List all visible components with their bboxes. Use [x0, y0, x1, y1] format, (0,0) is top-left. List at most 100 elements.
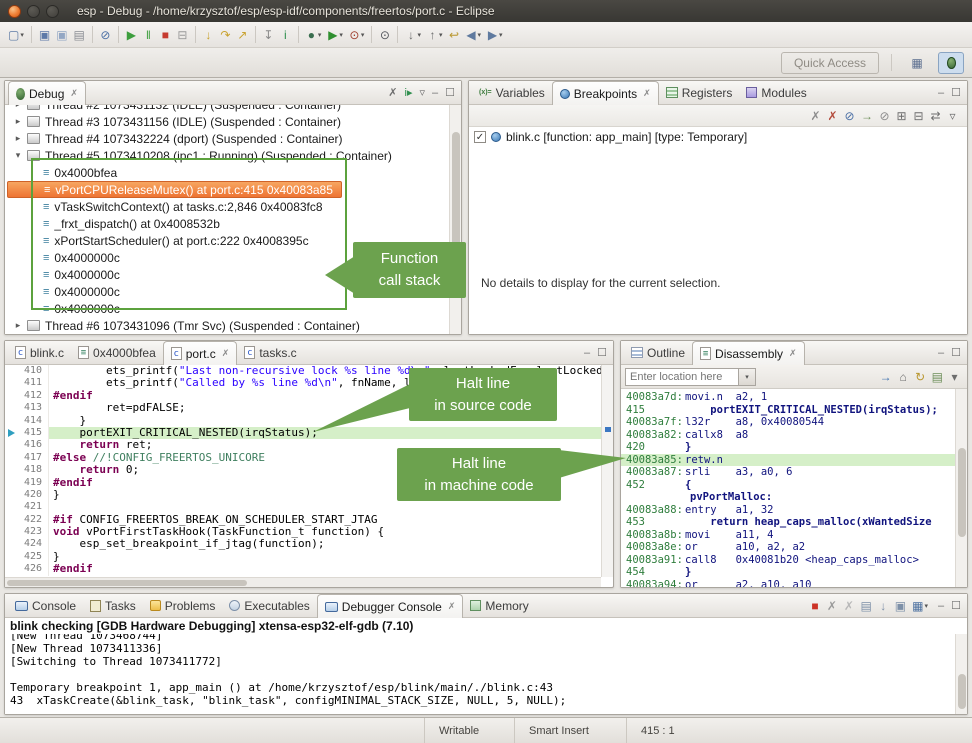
tab-disassembly[interactable]: ≡ Disassembly ✗ — [692, 341, 805, 365]
code-line-412[interactable]: 412#endif — [5, 390, 601, 402]
expand-icon[interactable]: ▸ — [11, 116, 25, 127]
debug-thread-row[interactable]: ▸Thread #6 1073431096 (Tmr Svc) (Suspend… — [7, 317, 368, 334]
expand-icon[interactable]: ▸ — [11, 133, 25, 144]
external-tools-icon[interactable]: ⊙▾ — [346, 25, 368, 45]
debug-frame-row[interactable]: ≡0x4000000c — [7, 283, 128, 300]
code-line-418[interactable]: 418 return 0; — [5, 464, 601, 476]
tab-breakpoints[interactable]: Breakpoints ✗ — [552, 81, 659, 105]
tab-problems[interactable]: Problems — [143, 594, 223, 617]
instruction-stepping-icon[interactable]: i — [277, 25, 294, 45]
disassembly-source-row[interactable]: 452{ — [621, 479, 955, 492]
breakpoint-checkbox[interactable]: ✓ — [474, 131, 486, 143]
go-to-file-icon[interactable]: → — [858, 106, 876, 126]
debug-frame-row[interactable]: ≡0x4000bfea — [7, 164, 125, 181]
suspend-icon[interactable]: ‖ — [140, 25, 157, 45]
skip-all-breakpoints-icon[interactable]: ⊘ — [876, 106, 893, 126]
tab-outline[interactable]: Outline — [624, 341, 692, 364]
disassembly-instruction-row[interactable]: 40083a85:retw.n — [621, 454, 955, 467]
link-with-debug-icon[interactable]: ⇄ — [927, 106, 944, 126]
debug-frame-row[interactable]: ≡0x4000000c — [7, 266, 128, 283]
home-icon[interactable]: ⌂ — [895, 367, 912, 387]
last-edit-location-icon[interactable]: ↩ — [445, 25, 462, 45]
debug-frame-row[interactable]: ≡xPortStartScheduler() at port.c:222 0x4… — [7, 232, 317, 249]
disassembly-label-row[interactable]: pvPortMalloc: — [621, 491, 955, 504]
tab-debugger-console[interactable]: Debugger Console ✗ — [317, 594, 464, 618]
disassembly-source-row[interactable]: 454} — [621, 566, 955, 579]
open-console-icon[interactable]: ▦▾ — [909, 596, 931, 616]
debug-thread-row[interactable]: ▾Thread #5 1073410208 (ipc1 : Running) (… — [7, 147, 400, 164]
code-line-426[interactable]: 426#endif — [5, 563, 601, 575]
disassembly-instruction-row[interactable]: 40083a7d:movi.n a2, 1 — [621, 391, 955, 404]
debug-icon[interactable]: ●▾ — [303, 25, 325, 45]
editor-overview-ruler[interactable] — [601, 365, 613, 577]
debug-frame-row[interactable]: ≡0x4000000c — [7, 300, 128, 317]
location-dropdown-icon[interactable]: ▾ — [739, 368, 756, 386]
open-perspective-button[interactable]: ▦ — [904, 52, 930, 74]
step-over-icon[interactable]: ↷ — [217, 25, 234, 45]
remove-all-terminated-icon[interactable]: ✗ — [388, 86, 397, 99]
clear-console-icon[interactable]: ▤ — [857, 596, 874, 616]
terminate-icon[interactable]: ■ — [157, 25, 174, 45]
code-line-411[interactable]: 411 ets_printf("Called by %s line %d\n",… — [5, 377, 601, 389]
collapse-all-icon[interactable]: ⊟ — [910, 106, 927, 126]
disassembly-scrollbar[interactable] — [955, 389, 967, 587]
step-return-icon[interactable]: ↗ — [234, 25, 251, 45]
view-menu-icon[interactable]: ▿ — [419, 86, 425, 99]
expand-icon[interactable]: ▸ — [11, 105, 25, 110]
tab-tasks[interactable]: Tasks — [83, 594, 143, 617]
code-line-422[interactable]: 422#if CONFIG_FREERTOS_BREAK_ON_SCHEDULE… — [5, 514, 601, 526]
location-input[interactable] — [625, 368, 739, 386]
back-icon[interactable]: ◀▾ — [462, 25, 484, 45]
minimize-icon[interactable]: – — [938, 600, 944, 612]
remove-all-breakpoints-icon[interactable]: ✗ — [824, 106, 841, 126]
minimize-icon[interactable]: – — [584, 347, 590, 359]
minimize-icon[interactable]: – — [432, 87, 438, 99]
save-icon[interactable]: ▣ — [36, 25, 53, 45]
refresh-icon[interactable]: ↻ — [912, 367, 929, 387]
search-icon[interactable]: ⊙ — [376, 25, 393, 45]
breakpoint-item[interactable]: ✓ blink.c [function: app_main] [type: Te… — [469, 127, 967, 147]
drop-to-frame-icon[interactable]: ↧ — [260, 25, 277, 45]
print-icon[interactable]: ▤ — [71, 25, 88, 45]
close-icon[interactable]: ✗ — [448, 601, 456, 612]
debug-frame-row[interactable]: ≡vPortCPUReleaseMutex() at port.c:415 0x… — [7, 181, 342, 198]
tab-executables[interactable]: Executables — [222, 594, 316, 617]
debug-perspective-button[interactable] — [938, 52, 964, 74]
view-options-icon[interactable]: ▾ — [946, 367, 963, 387]
scroll-lock-icon[interactable]: ↓ — [875, 596, 892, 616]
code-line-421[interactable]: 421 — [5, 501, 601, 513]
disassembly-source-row[interactable]: 453 return heap_caps_malloc(xWantedSize — [621, 516, 955, 529]
show-breakpoints-supported-icon[interactable]: ⊘ — [841, 106, 858, 126]
show-source-icon[interactable]: ▤ — [929, 367, 946, 387]
tab-blink-c[interactable]: c blink.c — [8, 341, 71, 364]
remove-selected-breakpoints-icon[interactable]: ✗ — [807, 106, 824, 126]
editor-hscrollbar[interactable] — [5, 577, 601, 587]
tab-modules[interactable]: Modules — [739, 81, 813, 104]
disassembly-instruction-row[interactable]: 40083a94:or a2, a10, a10 — [621, 579, 955, 588]
tab-debug[interactable]: Debug ✗ — [8, 81, 86, 105]
resume-icon[interactable]: ▶ — [123, 25, 140, 45]
code-line-419[interactable]: 419#endif — [5, 477, 601, 489]
debug-frame-row[interactable]: ≡vTaskSwitchContext() at tasks.c:2,846 0… — [7, 198, 331, 215]
code-line-414[interactable]: 414 } — [5, 415, 601, 427]
code-line-424[interactable]: 424 esp_set_breakpoint_if_jtag(function)… — [5, 538, 601, 550]
maximize-icon[interactable]: ☐ — [597, 346, 607, 359]
save-all-icon[interactable]: ▣ — [53, 25, 70, 45]
disassembly-source-row[interactable]: 420} — [621, 441, 955, 454]
disconnect-icon[interactable]: ⊟ — [174, 25, 191, 45]
debug-thread-row[interactable]: ▸Thread #2 1073431132 (IDLE) (Suspended … — [7, 105, 349, 113]
minimize-button[interactable] — [27, 5, 40, 18]
code-line-410[interactable]: 410 ets_printf("Last non-recursive lock … — [5, 365, 601, 377]
run-icon[interactable]: ▶▾ — [324, 25, 346, 45]
expand-icon[interactable]: ▸ — [11, 320, 25, 331]
maximize-button[interactable] — [46, 5, 59, 18]
close-icon[interactable]: ✗ — [789, 348, 797, 359]
step-into-icon[interactable]: ↓ — [200, 25, 217, 45]
close-icon[interactable]: ✗ — [70, 88, 78, 99]
previous-annotation-icon[interactable]: ↑▾ — [424, 25, 446, 45]
tab-tasks-c[interactable]: c tasks.c — [237, 341, 303, 364]
new-icon[interactable]: ▢▾ — [5, 25, 27, 45]
close-icon[interactable]: ✗ — [222, 348, 230, 359]
debug-scrollbar[interactable] — [449, 105, 461, 334]
view-menu-icon[interactable]: ▿ — [944, 106, 961, 126]
